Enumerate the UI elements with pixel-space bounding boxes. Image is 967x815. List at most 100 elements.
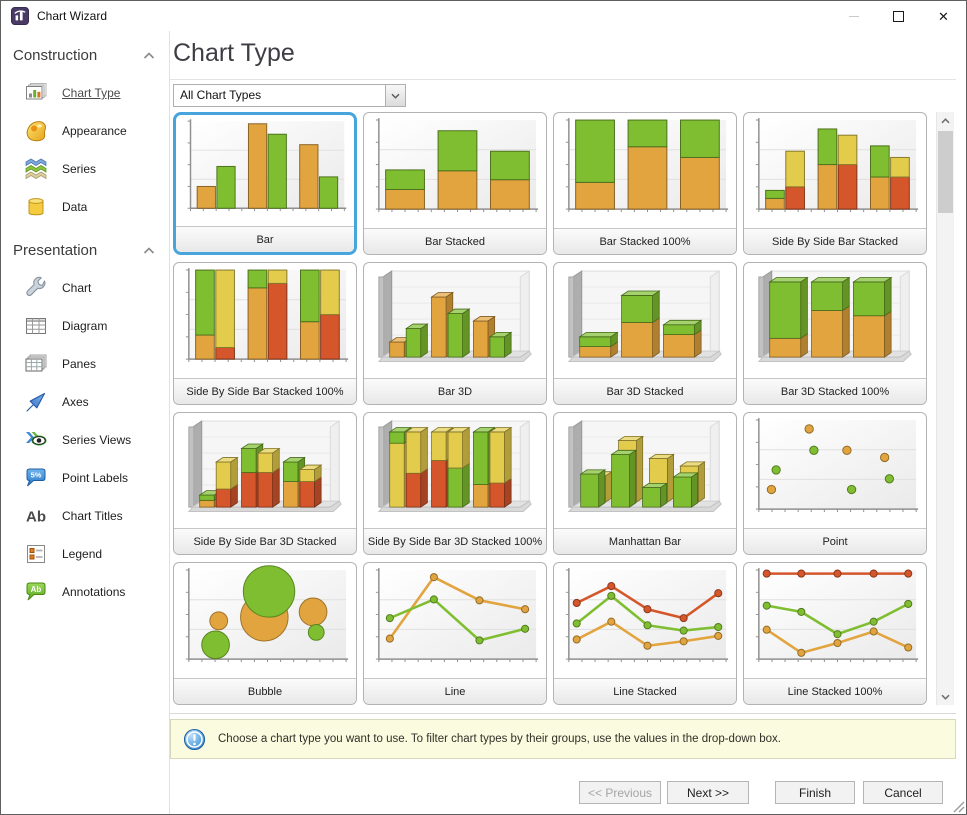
header-divider [170,79,956,80]
tile-label: Side By Side Bar Stacked [772,236,898,248]
tile-label: Bubble [248,686,282,698]
tile-label: Side By Side Bar 3D Stacked [193,536,336,548]
sidebar-item-axes[interactable]: Axes [1,383,169,421]
sidebar-item-data[interactable]: Data [1,188,169,226]
sidebar-item-chart[interactable]: Chart [1,269,169,307]
wizard-sidebar: Construction Chart Type Appearance Series Da… [1,31,170,814]
sidebar-item-appearance[interactable]: Appearance [1,112,169,150]
tile-label: Line [445,686,466,698]
tile-label: Bar Stacked 100% [599,236,690,248]
tile-footer: Bar 3D Stacked [554,378,736,404]
sidebar-item-series[interactable]: Series [1,150,169,188]
chart-type-filter-dropdown[interactable]: All Chart Types [173,84,406,107]
svg-text:5%: 5% [31,471,42,480]
sidebar-item-label: Data [62,200,87,214]
sidebar-item-label: Diagram [62,319,107,333]
sidebar-item-series-views[interactable]: Series Views [1,421,169,459]
previous-button[interactable]: << Previous [579,781,661,804]
bar-3d-stacked-100-thumbnail [744,263,926,378]
chevron-up-icon [941,118,950,124]
tile-footer: Line Stacked [554,678,736,704]
chart-type-tile-bar-3d-stacked[interactable]: Bar 3D Stacked [553,262,737,405]
close-button[interactable]: ✕ [921,1,966,31]
side-by-side-bar-stacked-thumbnail [744,113,926,228]
sidebar-item-label: Series [62,162,96,176]
panes-icon [23,351,49,377]
chart-type-tile-bar-stacked[interactable]: Bar Stacked [363,112,547,255]
sidebar-item-chart-titles[interactable]: Ab Chart Titles [1,497,169,535]
sidebar-item-legend[interactable]: Legend [1,535,169,573]
sidebar-item-label: Chart [62,281,91,295]
next-button[interactable]: Next >> [667,781,749,804]
palette-icon [23,118,49,144]
sidebar-item-diagram[interactable]: Diagram [1,307,169,345]
svg-text:Ab: Ab [26,509,46,526]
dropdown-value: All Chart Types [174,85,385,106]
cancel-button[interactable]: Cancel [863,781,943,804]
wrench-icon [23,275,49,301]
chart-type-tile-side-by-side-bar-3d-stacked-100[interactable]: Side By Side Bar 3D Stacked 100% [363,412,547,555]
bar-3d-stacked-thumbnail [554,263,736,378]
section-title: Presentation [13,242,97,259]
sidebar-item-annotations[interactable]: AbAnnotations [1,573,169,611]
chart-type-tile-bar[interactable]: Bar [173,112,357,255]
scrollbar-down-button[interactable] [937,688,954,705]
section-header-construction[interactable]: Construction [1,31,169,74]
side-by-side-bar-stacked-100-thumbnail [174,263,356,378]
chart-type-tile-line-stacked-100[interactable]: Line Stacked 100% [743,562,927,705]
ab-bubble-icon: Ab [23,579,49,605]
tile-footer: Line [364,678,546,704]
gallery-scrollbar[interactable] [936,112,954,705]
chart-type-tile-line-stacked[interactable]: Line Stacked [553,562,737,705]
tile-label: Manhattan Bar [609,536,681,548]
side-by-side-bar-3d-stacked-100-thumbnail [364,413,546,528]
sidebar-item-label: Legend [62,547,102,561]
chart-type-tile-bar-stacked-100[interactable]: Bar Stacked 100% [553,112,737,255]
info-text: Choose a chart type you want to use. To … [218,733,781,745]
sidebar-item-chart-type[interactable]: Chart Type [1,74,169,112]
dropdown-arrow-button[interactable] [385,85,405,106]
table-grid-icon [23,313,49,339]
chart-type-tile-point[interactable]: Point [743,412,927,555]
bar-stacked-thumbnail [364,113,546,228]
maximize-button[interactable] [876,1,921,31]
page-title: Chart Type [173,39,295,68]
sidebar-item-label: Appearance [62,124,127,138]
tile-footer: Bar 3D Stacked 100% [744,378,926,404]
sidebar-item-label: Chart Titles [62,509,123,523]
tile-label: Side By Side Bar 3D Stacked 100% [368,536,542,548]
chart-type-tile-line[interactable]: Line [363,562,547,705]
minimize-button[interactable] [831,1,876,31]
series-views-eye-icon [23,427,49,453]
sidebar-item-panes[interactable]: Panes [1,345,169,383]
line-thumbnail [364,563,546,678]
chart-type-gallery: Bar Bar Stacked Bar Stacked 100% Side By Si… [173,112,927,705]
tile-footer: Bubble [174,678,356,704]
tile-label: Bar 3D [438,386,472,398]
chart-type-tile-manhattan-bar[interactable]: Manhattan Bar [553,412,737,555]
tile-label: Point [822,536,847,548]
info-icon [183,728,206,751]
chart-type-tile-bubble[interactable]: Bubble [173,562,357,705]
chart-type-tile-side-by-side-bar-stacked-100[interactable]: Side By Side Bar Stacked 100% [173,262,357,405]
tile-label: Bar [256,234,273,246]
chart-type-tile-bar-3d[interactable]: Bar 3D [363,262,547,405]
title-bar: Chart Wizard ✕ [1,1,966,31]
resize-grip[interactable] [950,798,965,813]
bar-3d-thumbnail [364,263,546,378]
chart-type-tile-side-by-side-bar-3d-stacked[interactable]: Side By Side Bar 3D Stacked [173,412,357,555]
scrollbar-thumb[interactable] [938,131,953,213]
line-stacked-100-thumbnail [744,563,926,678]
chart-type-tile-side-by-side-bar-stacked[interactable]: Side By Side Bar Stacked [743,112,927,255]
tile-footer: Side By Side Bar Stacked [744,228,926,254]
ab-text-icon: Ab [23,503,49,529]
window-controls: ✕ [831,1,966,31]
section-title: Construction [13,47,97,64]
chart-type-tile-bar-3d-stacked-100[interactable]: Bar 3D Stacked 100% [743,262,927,405]
bubble-thumbnail [174,563,356,678]
finish-button[interactable]: Finish [775,781,855,804]
section-header-presentation[interactable]: Presentation [1,226,169,269]
scrollbar-up-button[interactable] [937,112,954,129]
bar-stacked-100-thumbnail [554,113,736,228]
sidebar-item-point-labels[interactable]: 5%Point Labels [1,459,169,497]
